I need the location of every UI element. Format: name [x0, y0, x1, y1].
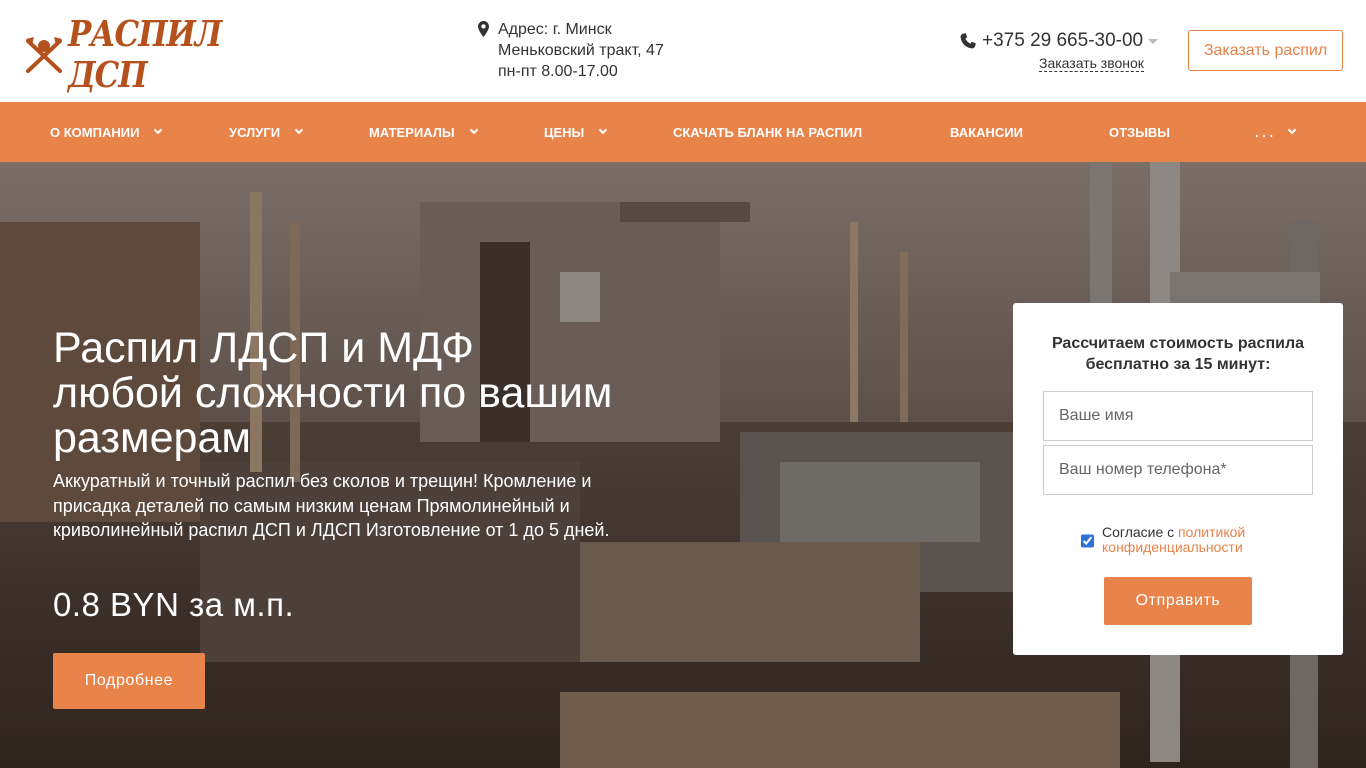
nav-item-vacancies[interactable]: Вакансии	[950, 102, 1023, 162]
nav-item-label: Услуги	[229, 124, 281, 140]
nav-item-label: Отзывы	[1109, 124, 1171, 140]
logo-text: РАСПИЛ ДСП	[68, 13, 222, 97]
form-title: Рассчитаем стоимость распила бесплатно з…	[1051, 335, 1305, 373]
hero-section: Распил ЛДСП и МДФ любой сложности по ваш…	[0, 162, 1366, 768]
site-header: РАСПИЛ ДСП Адрес: г. Минск Меньковский т…	[0, 0, 1366, 102]
chevron-down-icon	[294, 125, 304, 135]
caret-down-icon[interactable]	[1148, 38, 1159, 44]
crossed-saws-icon	[26, 37, 62, 73]
phone-dropdown[interactable]: +375 29 665-30-00	[960, 30, 1160, 52]
consent-text: Согласие с	[1102, 524, 1179, 540]
nav-item-download-form[interactable]: Скачать бланк на распил	[673, 102, 862, 162]
chevron-down-icon	[469, 125, 478, 135]
submit-button[interactable]: Отправить	[1104, 577, 1252, 625]
logo[interactable]: РАСПИЛ ДСП	[22, 14, 222, 96]
phone-icon	[960, 33, 976, 49]
nav-item-label: О компании	[50, 124, 140, 140]
chevron-down-icon	[154, 125, 163, 135]
hero-title: Распил ЛДСП и МДФ любой сложности по ваш…	[53, 324, 613, 462]
phone-input[interactable]	[1043, 445, 1313, 495]
nav-item-prices[interactable]: Цены	[544, 102, 608, 162]
name-input[interactable]	[1043, 391, 1313, 441]
map-pin-icon	[478, 21, 489, 37]
nav-item-label: Материалы	[369, 124, 455, 140]
hero-price: 0.8 BYN за м.п.	[53, 586, 295, 623]
main-nav: О компании Услуги Материалы Цены Скачать…	[0, 102, 1366, 162]
more-button[interactable]: Подробнее	[53, 653, 205, 709]
chevron-down-icon	[1287, 125, 1297, 135]
nav-item-about[interactable]: О компании	[50, 102, 163, 162]
phone-block: +375 29 665-30-00 Заказать звонок	[960, 30, 1160, 72]
consent-label: Согласие с политикой конфиденциальности	[1102, 525, 1321, 555]
address-line: Адрес: г. Минск	[498, 21, 612, 38]
address-street: Меньковский тракт, 47	[498, 42, 664, 59]
working-hours: пн-пт 8.00-17.00	[498, 63, 618, 80]
nav-item-label: Вакансии	[950, 124, 1023, 140]
quote-form: Рассчитаем стоимость распила бесплатно з…	[1013, 303, 1343, 655]
callback-link[interactable]: Заказать звонок	[1039, 56, 1144, 72]
phone-number[interactable]: +375 29 665-30-00	[982, 30, 1143, 52]
chevron-down-icon	[599, 125, 608, 135]
consent-checkbox[interactable]	[1081, 534, 1094, 548]
nav-item-label: Цены	[544, 124, 585, 140]
nav-item-more[interactable]: . . .	[1255, 102, 1297, 162]
nav-item-label: Скачать бланк на распил	[673, 124, 863, 140]
nav-item-label: . . .	[1255, 124, 1274, 140]
address-block: Адрес: г. Минск Меньковский тракт, 47 пн…	[478, 19, 664, 82]
nav-item-services[interactable]: Услуги	[229, 102, 304, 162]
nav-item-materials[interactable]: Материалы	[369, 102, 478, 162]
hero-description: Аккуратный и точный распил без сколов и …	[53, 471, 610, 540]
order-cut-button[interactable]: Заказать распил	[1188, 30, 1343, 71]
nav-item-reviews[interactable]: Отзывы	[1109, 102, 1170, 162]
consent-row: Согласие с политикой конфиденциальности	[1081, 525, 1321, 555]
